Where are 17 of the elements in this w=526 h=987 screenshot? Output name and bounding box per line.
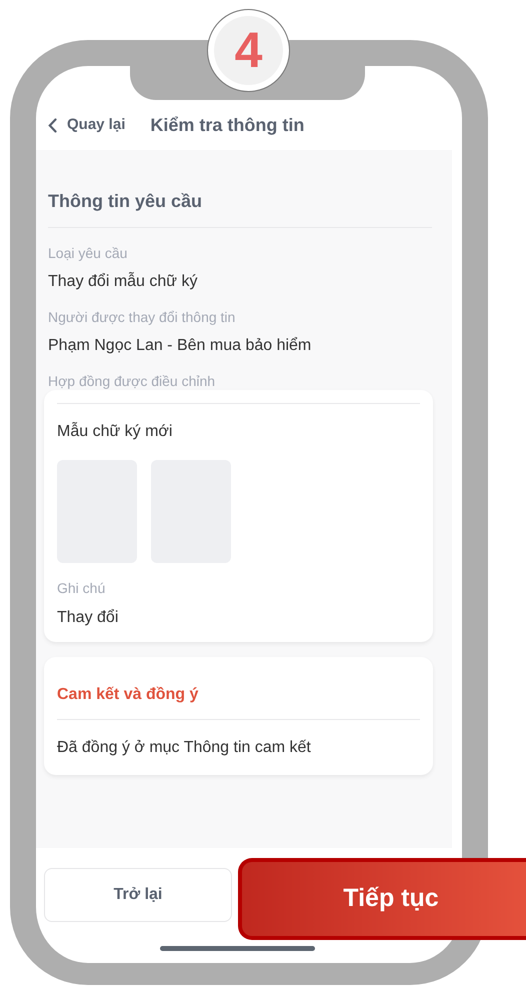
page-title: Kiểm tra thông tin bbox=[150, 114, 304, 137]
back-icon bbox=[48, 118, 57, 132]
field-label: Người được thay đổi thông tin bbox=[48, 308, 236, 326]
step-badge: 4 bbox=[207, 9, 290, 92]
field-label: Loại yêu cầu bbox=[48, 244, 128, 262]
field-label: Hợp đồng được điều chỉnh bbox=[48, 372, 216, 390]
field-value: Thay đổi mẫu chữ ký bbox=[48, 272, 198, 292]
section-title: Thông tin yêu cầu bbox=[48, 188, 432, 228]
field-value: Thay đổi bbox=[57, 608, 120, 628]
card-title: Cam kết và đồng ý bbox=[57, 685, 200, 705]
field-value: Phạm Ngọc Lan - Bên mua bảo hiểm bbox=[48, 336, 312, 356]
continue-button[interactable]: Tiếp tục bbox=[238, 858, 526, 940]
back-button[interactable]: Trở lại bbox=[44, 868, 232, 922]
back-button[interactable]: Quay lại bbox=[48, 114, 126, 136]
commitment-text: Đã đồng ý ở mục Thông tin cam kết bbox=[57, 738, 312, 758]
field-label: Ghi chú bbox=[57, 579, 106, 597]
card-label: Mẫu chữ ký mới bbox=[57, 422, 174, 442]
